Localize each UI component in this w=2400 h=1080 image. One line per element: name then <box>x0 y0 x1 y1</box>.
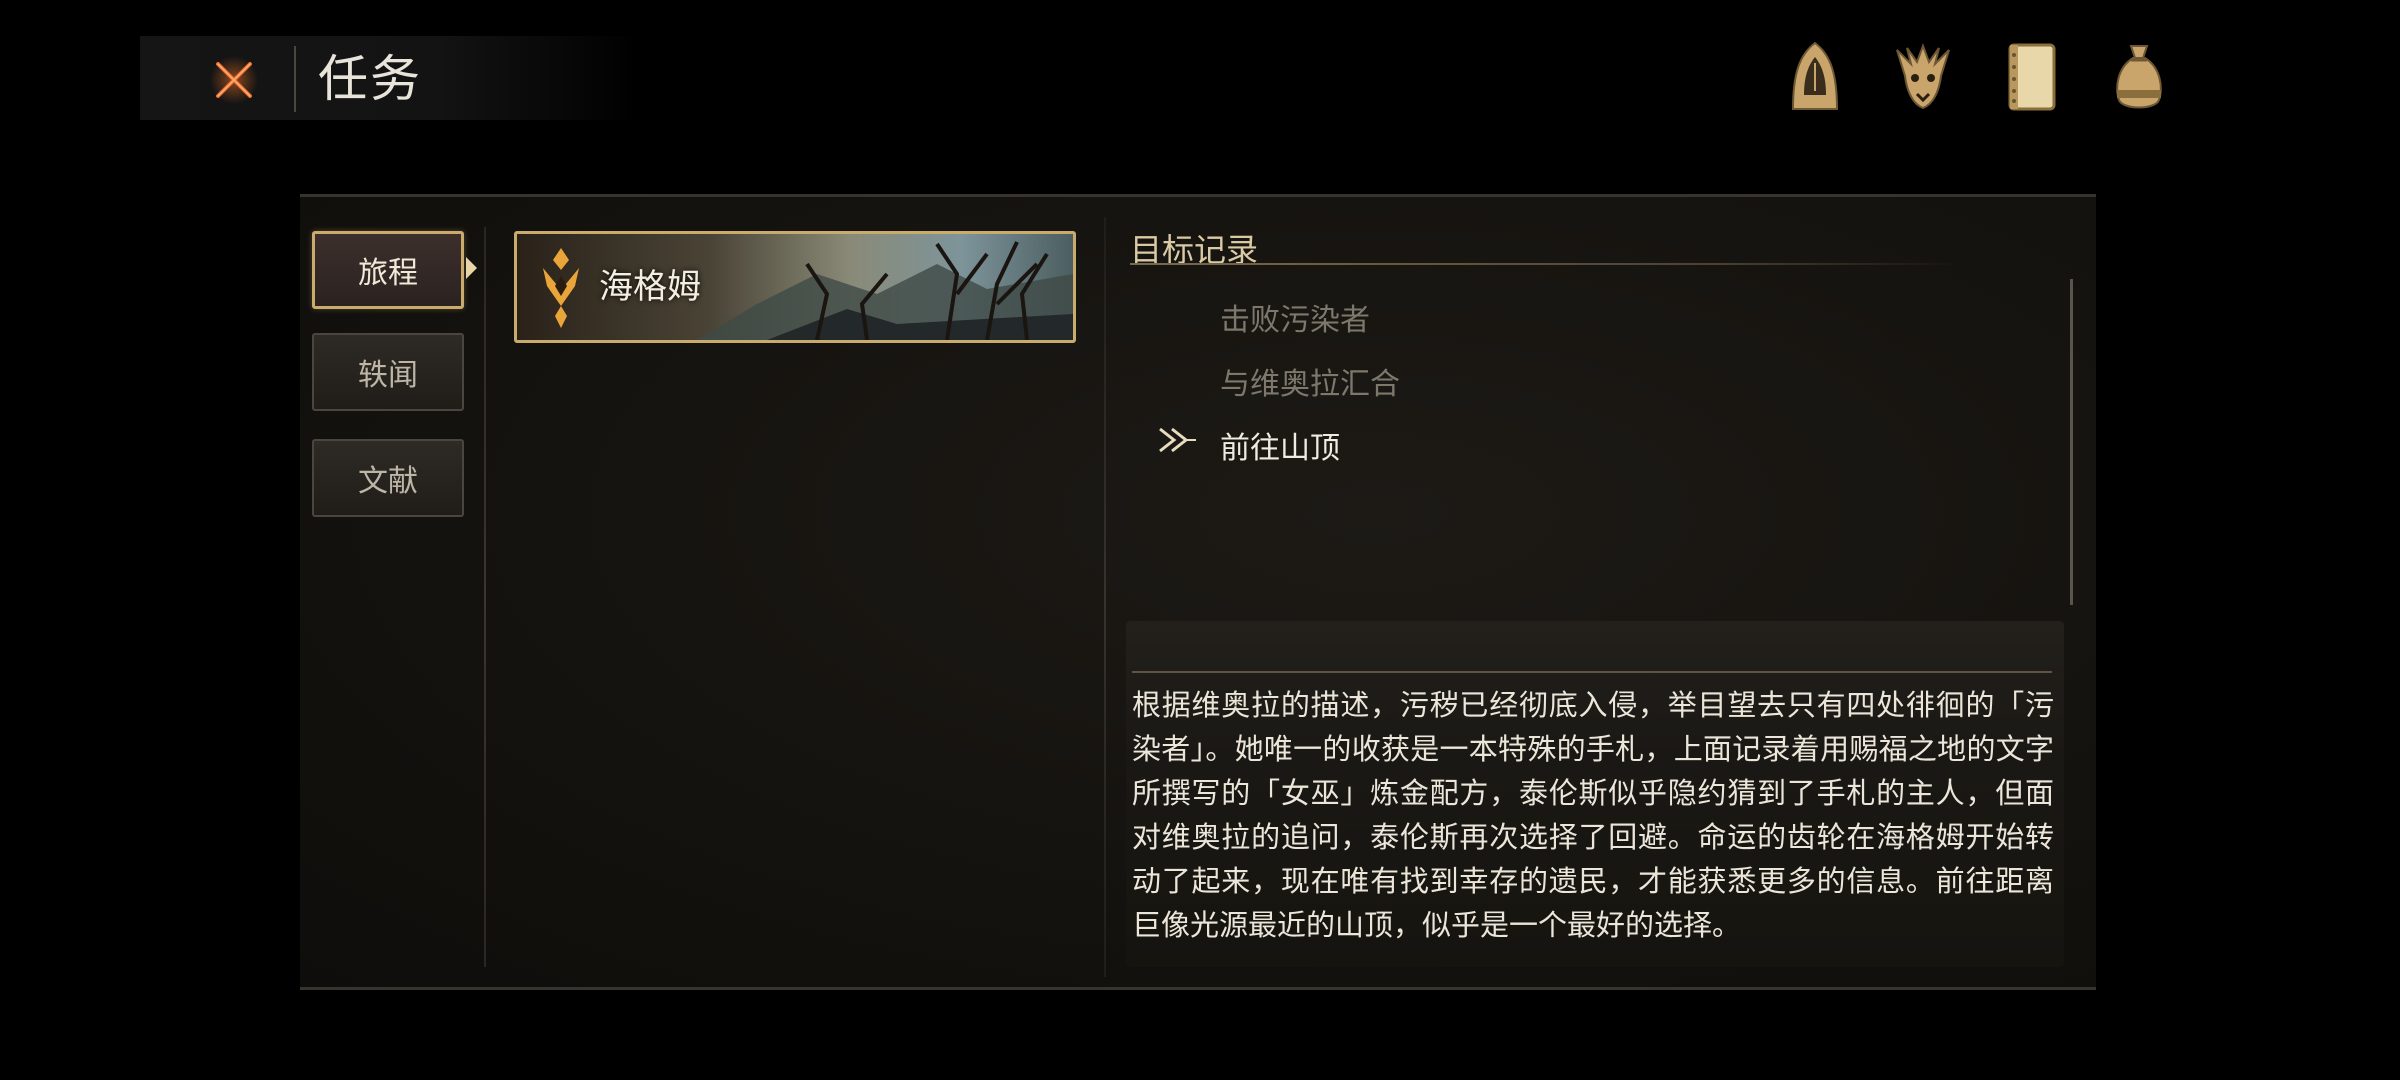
objective-item: 击败污染者 <box>1220 303 1370 338</box>
character-button[interactable] <box>1784 38 1846 116</box>
description-divider <box>1132 671 2052 673</box>
top-icon-bar <box>1784 38 2170 116</box>
tab-anecdotes[interactable]: 轶闻 <box>312 333 464 411</box>
title-divider <box>294 46 296 112</box>
active-tab-arrow-icon <box>466 257 477 279</box>
hooded-figure-icon <box>1791 41 1839 110</box>
beast-skull-icon <box>1896 43 1950 110</box>
quest-card[interactable]: 海格姆 <box>514 231 1076 343</box>
column-divider <box>484 227 486 967</box>
close-button[interactable] <box>206 52 262 108</box>
tab-label: 文献 <box>358 464 418 499</box>
tab-label: 轶闻 <box>358 358 418 393</box>
pouch-icon <box>2116 45 2162 109</box>
journal-button[interactable] <box>2000 38 2062 116</box>
close-x-icon <box>210 56 258 104</box>
notebook-icon <box>2008 43 2056 111</box>
tab-label: 旅程 <box>358 256 418 291</box>
objective-item: 与维奥拉汇合 <box>1220 367 1400 402</box>
quest-emblem-icon <box>543 248 579 328</box>
page-title: 任务 <box>318 50 422 108</box>
objective-item-current: 前往山顶 <box>1220 431 1340 466</box>
current-objective-arrow-icon <box>1159 427 1196 453</box>
quest-description: 根据维奥拉的描述，污秽已经彻底入侵，举目望去只有四处徘徊的「污染者」。她唯一的收… <box>1132 688 2054 942</box>
quest-panel: 旅程 轶闻 文献 海格姆 目标记录 击败污染者 与维奥拉汇合 前往山顶 根据维奥… <box>300 194 2096 990</box>
quest-name: 海格姆 <box>599 267 701 307</box>
bestiary-button[interactable] <box>1892 38 1954 116</box>
objectives-scrollbar[interactable] <box>2070 279 2073 605</box>
heading-underline <box>1130 263 1960 265</box>
inventory-button[interactable] <box>2108 38 2170 116</box>
tab-journey[interactable]: 旅程 <box>312 231 464 309</box>
column-divider <box>1104 217 1106 977</box>
tab-documents[interactable]: 文献 <box>312 439 464 517</box>
